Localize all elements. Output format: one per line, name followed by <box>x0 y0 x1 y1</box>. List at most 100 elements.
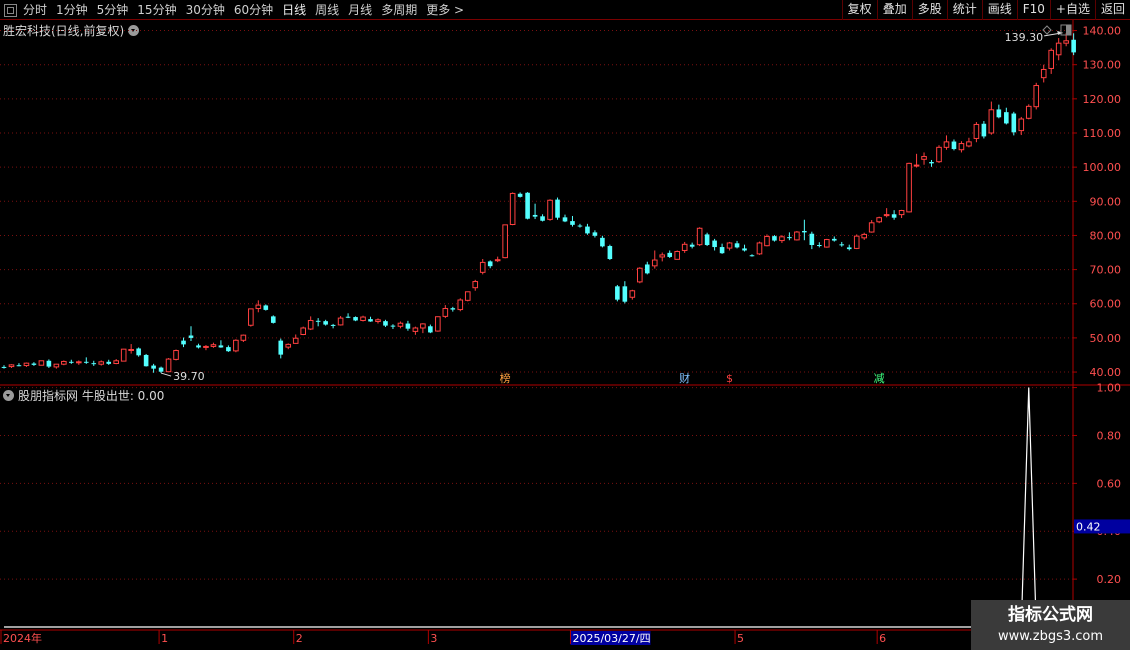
period-tab[interactable]: 分时 <box>23 0 47 20</box>
watermark-url: www.zbgs3.com <box>997 629 1104 644</box>
candle-body <box>337 317 344 326</box>
toolbar-button[interactable]: F10 <box>1016 0 1050 20</box>
candle-body <box>973 123 980 139</box>
candle-body <box>472 281 479 289</box>
candle-body <box>1 366 7 368</box>
candle-body <box>285 343 292 348</box>
candle-body <box>853 235 860 249</box>
candle-body <box>951 141 957 150</box>
toolbar-button[interactable]: +自选 <box>1049 0 1095 20</box>
candle-body <box>876 217 882 223</box>
period-tab[interactable]: 周线 <box>315 0 339 20</box>
candle-body <box>8 364 15 368</box>
candle-body <box>181 340 186 345</box>
y-tick-label: 90.00 <box>1090 195 1122 208</box>
candle-body <box>831 238 837 241</box>
toolbar-button[interactable]: 多股 <box>911 0 947 20</box>
candle-body <box>106 361 112 364</box>
chevron-down-icon[interactable] <box>128 25 140 36</box>
candle-body <box>868 222 875 233</box>
toolbar-button[interactable]: 复权 <box>841 0 877 20</box>
candle-body <box>83 361 89 363</box>
candle-body <box>158 367 164 372</box>
candle-body <box>151 365 156 369</box>
candle-body <box>292 337 299 344</box>
period-tab[interactable]: 月线 <box>348 0 372 20</box>
candle-body <box>53 363 60 368</box>
candle-body <box>113 360 120 365</box>
y-tick-label: 80.00 <box>1090 229 1122 242</box>
period-tab[interactable]: 更多 > <box>426 0 464 20</box>
watermark: 指标公式网 www.zbgs3.com <box>971 600 1130 650</box>
candle-body <box>23 362 30 367</box>
candle-body <box>577 225 583 227</box>
low-arrow <box>160 372 172 377</box>
y-tick-label: 0.40 <box>1097 525 1122 538</box>
candle-body <box>779 236 785 242</box>
candle-body <box>233 339 239 352</box>
toolbar-button[interactable]: 画线 <box>981 0 1017 20</box>
y-tick-label: 50.00 <box>1090 332 1122 345</box>
y-tick-label: 1.00 <box>1097 382 1122 395</box>
candle-body <box>555 199 560 218</box>
cursor-value-box <box>1074 519 1130 534</box>
candle-body <box>210 344 217 347</box>
candle-body <box>712 240 717 248</box>
candle-body <box>390 325 396 327</box>
indicator-title: 股朋指标网 牛股出世: 0.00 <box>3 387 164 404</box>
candle-body <box>91 363 97 365</box>
candle-body <box>861 233 868 239</box>
candle-body <box>600 237 605 247</box>
candle-body <box>585 226 590 234</box>
toolbar-button[interactable]: 统计 <box>946 0 982 20</box>
candle-body <box>883 214 890 217</box>
candle-body <box>988 109 995 134</box>
candle-body <box>502 224 508 259</box>
chevron-down-icon[interactable] <box>3 390 14 401</box>
candle-body <box>1033 85 1040 108</box>
candle-body <box>570 221 575 225</box>
candle-body <box>278 340 284 355</box>
period-tab[interactable]: 1分钟 <box>56 0 88 20</box>
function-buttons: 复权 叠加 多股 统计 画线 F10 +自选 返回 <box>841 0 1130 20</box>
candle-body <box>173 350 179 360</box>
candle-body <box>913 164 920 167</box>
toolbar-button[interactable]: 返回 <box>1094 0 1130 20</box>
period-tab[interactable]: 15分钟 <box>137 0 176 20</box>
x-tick-label: 2 <box>296 632 303 645</box>
candle-body <box>794 231 800 241</box>
candle-body <box>442 308 449 317</box>
candle-body <box>136 348 141 356</box>
candle-body <box>958 143 965 151</box>
candle-body <box>943 141 950 148</box>
period-tab[interactable]: 多周期 <box>381 0 417 20</box>
candle-body <box>76 361 82 364</box>
diamond-icon <box>1042 25 1052 35</box>
candle-body <box>659 254 666 258</box>
candle-body <box>412 327 419 332</box>
candle-body <box>31 363 37 365</box>
candle-body <box>120 348 127 362</box>
price-chart[interactable]: 140.00130.00120.00110.00100.0090.0080.00… <box>0 0 1130 650</box>
candle-body <box>742 248 747 251</box>
candle-body <box>981 123 987 137</box>
candle-body <box>787 237 792 239</box>
stock-title: 胜宏科技(日线,前复权) <box>3 22 140 39</box>
period-tab[interactable]: 60分钟 <box>234 0 273 20</box>
candle-body <box>69 361 74 363</box>
candle-body <box>629 290 636 298</box>
window-toggle-icon <box>1066 25 1071 35</box>
y-tick-label: 120.00 <box>1083 93 1122 106</box>
candle-body <box>420 323 426 329</box>
candle-body <box>547 199 553 220</box>
candle-body <box>98 361 105 365</box>
toolbar-button[interactable]: 叠加 <box>876 0 912 20</box>
period-tab[interactable]: 5分钟 <box>97 0 129 20</box>
candle-body <box>824 239 830 248</box>
window-icon[interactable] <box>4 3 17 17</box>
period-tab[interactable]: 30分钟 <box>186 0 225 20</box>
candle-body <box>839 244 845 246</box>
period-tab[interactable]: 日线 <box>282 0 306 20</box>
candle-body <box>749 255 755 257</box>
candle-body <box>802 231 807 233</box>
